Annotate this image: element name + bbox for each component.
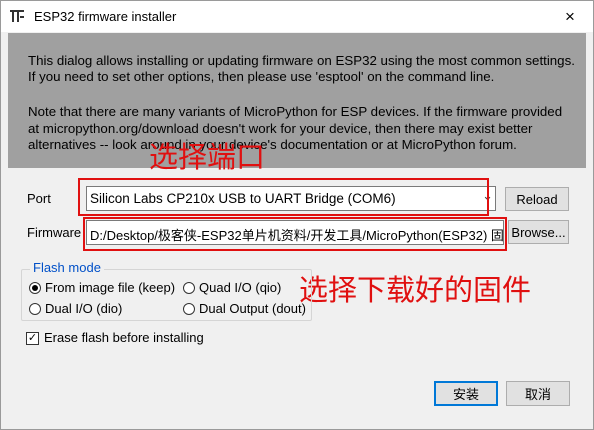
firmware-path-value: D:/Desktop/极客侠-ESP32单片机资料/开发工具/MicroPyth… (90, 228, 504, 243)
firmware-path-field[interactable]: D:/Desktop/极客侠-ESP32单片机资料/开发工具/MicroPyth… (86, 220, 504, 245)
firmware-label: Firmware (27, 225, 82, 240)
radio-label-quad-io: Quad I/O (qio) (199, 280, 282, 295)
info-line-4: at micropython.org/download doesn't work… (28, 121, 533, 136)
erase-flash-label: Erase flash before installing (44, 330, 204, 345)
cancel-button[interactable]: 取消 (506, 381, 570, 406)
radio-from-image-file[interactable] (29, 282, 41, 294)
info-line-3: Note that there are many variants of Mic… (28, 104, 563, 119)
info-panel: This dialog allows installing or updatin… (8, 33, 586, 168)
annotation-select-firmware: 选择下载好的固件 (299, 273, 532, 307)
info-line-1: This dialog allows installing or updatin… (28, 53, 575, 68)
window-title: ESP32 firmware installer (34, 9, 177, 24)
radio-label-from-image-file: From image file (keep) (45, 280, 176, 295)
thonny-app-icon (10, 10, 24, 22)
radio-dual-output[interactable] (183, 303, 195, 315)
info-line-5: alternatives -- look around in your devi… (28, 137, 517, 152)
chevron-down-icon[interactable]: ⌄ (482, 188, 493, 204)
port-select[interactable]: Silicon Labs CP210x USB to UART Bridge (… (86, 186, 496, 211)
install-button[interactable]: 安装 (434, 381, 498, 406)
radio-quad-io[interactable] (183, 282, 195, 294)
flash-mode-title: Flash mode (30, 260, 104, 275)
reload-button[interactable]: Reload (505, 187, 569, 211)
erase-flash-checkbox[interactable]: ✓ (26, 332, 39, 345)
title-bar: ESP32 firmware installer × (1, 1, 593, 32)
port-label: Port (27, 191, 51, 206)
installer-dialog: ESP32 firmware installer × This dialog a… (0, 0, 594, 430)
close-icon[interactable]: × (547, 1, 593, 32)
radio-label-dual-output: Dual Output (dout) (199, 301, 306, 316)
radio-dual-io[interactable] (29, 303, 41, 315)
info-line-2: If you need to set other options, then p… (28, 69, 495, 84)
annotation-select-port: 选择端口 (149, 140, 266, 174)
port-value: Silicon Labs CP210x USB to UART Bridge (… (90, 191, 396, 206)
radio-label-dual-io: Dual I/O (dio) (45, 301, 123, 316)
browse-button[interactable]: Browse... (508, 220, 569, 244)
